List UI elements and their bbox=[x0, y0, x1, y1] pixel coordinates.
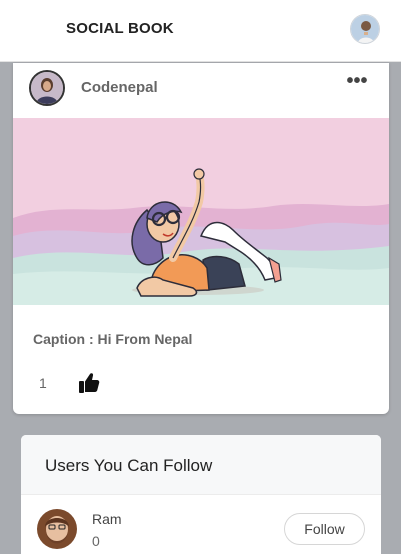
thumbs-up-icon bbox=[79, 373, 100, 393]
follow-card-header: Users You Can Follow bbox=[21, 435, 381, 495]
author-avatar[interactable] bbox=[29, 70, 65, 106]
like-count: 1 bbox=[39, 375, 47, 391]
profile-avatar[interactable] bbox=[350, 14, 380, 44]
brand-logo-text[interactable]: SOCIAL BOOK bbox=[66, 20, 174, 37]
list-item: Ram 0 Follow bbox=[21, 495, 381, 554]
top-navbar: SOCIAL BOOK bbox=[0, 0, 401, 62]
post-header: Codenepal ••• bbox=[13, 63, 389, 118]
user-name[interactable]: Ram bbox=[92, 511, 122, 527]
user-avatar[interactable] bbox=[37, 509, 77, 549]
follow-card-title: Users You Can Follow bbox=[45, 456, 213, 475]
post-caption: Caption : Hi From Nepal bbox=[33, 331, 193, 347]
users-to-follow-card: Users You Can Follow Ram 0 Follow bbox=[21, 435, 381, 554]
user-avatar-icon bbox=[351, 15, 379, 43]
more-horizontal-icon[interactable]: ••• bbox=[345, 71, 369, 94]
follow-button[interactable]: Follow bbox=[284, 513, 365, 545]
post-card: Codenepal ••• Caption : Hi From Nepal 1 bbox=[13, 63, 389, 414]
user-follower-count: 0 bbox=[92, 533, 100, 549]
post-author-name[interactable]: Codenepal bbox=[81, 79, 158, 96]
post-image bbox=[13, 118, 389, 305]
like-button[interactable] bbox=[77, 371, 101, 395]
user-photo-icon bbox=[37, 509, 77, 549]
author-photo-icon bbox=[31, 72, 63, 104]
